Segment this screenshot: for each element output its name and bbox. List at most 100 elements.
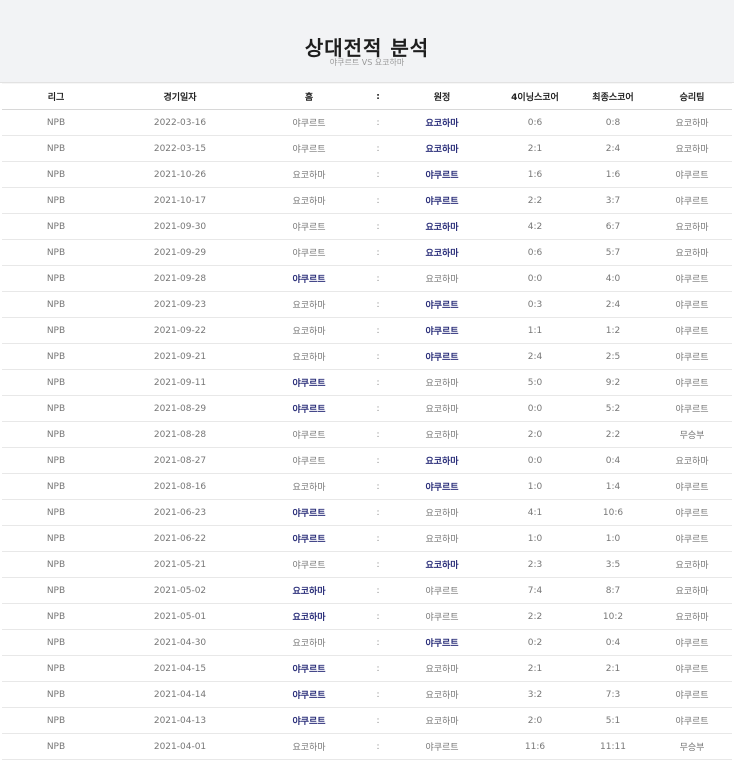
winner-cell: 야쿠르트 [652,317,732,344]
home-team-cell: 야쿠르트 [250,265,368,292]
separator-cell: : [368,655,388,682]
4inning-score-cell: 5:0 [496,369,574,396]
winner-cell: 야쿠르트 [652,655,732,682]
winner-cell: 야쿠르트 [652,369,732,396]
winner-cell: 요코하마 [652,577,732,604]
separator-cell: : [368,473,388,500]
date-cell: 2021-10-26 [110,161,250,188]
table-row: NPB 2021-09-22 요코하마: 야쿠르트 1:1 1:2 야쿠르트 [2,317,732,344]
winner-cell: 야쿠르트 [652,343,732,370]
home-team-cell: 요코하마 [250,317,368,344]
separator-cell: : [368,187,388,214]
4inning-score-cell: 2:2 [496,187,574,214]
table-row: NPB 2021-05-02 요코하마: 야쿠르트 7:4 8:7 요코하마 [2,577,732,604]
final-score-cell: 10:2 [574,603,652,630]
final-score-cell: 1:2 [574,317,652,344]
4inning-score-cell: 0:0 [496,265,574,292]
page-header: 상대전적 분석 야쿠르트 VS 요코하마 [0,0,734,83]
winner-cell: 요코하마 [652,135,732,162]
final-score-cell: 6:7 [574,213,652,240]
table-row: NPB 2021-10-26 요코하마: 야쿠르트 1:6 1:6 야쿠르트 [2,161,732,188]
table-row: NPB 2021-10-17 요코하마: 야쿠르트 2:2 3:7 야쿠르트 [2,187,732,214]
away-team-cell: 야쿠르트 [388,733,496,760]
separator-cell: : [368,213,388,240]
separator-cell: : [368,395,388,422]
date-cell: 2021-05-01 [110,603,250,630]
away-team-cell: 야쿠르트 [388,473,496,500]
4inning-score-cell: 4:2 [496,213,574,240]
away-team-cell: 요코하마 [388,499,496,526]
league-cell: NPB [2,551,110,578]
date-cell: 2021-04-15 [110,655,250,682]
away-team-cell: 야쿠르트 [388,603,496,630]
winner-cell: 무승부 [652,733,732,760]
away-team-cell: 요코하마 [388,707,496,734]
separator-cell: : [368,343,388,370]
league-cell: NPB [2,239,110,266]
final-score-cell: 10:6 [574,499,652,526]
table-row: NPB 2021-08-29 야쿠르트: 요코하마 0:0 5:2 야쿠르트 [2,395,732,422]
winner-cell: 요코하마 [652,447,732,474]
date-cell: 2022-03-16 [110,109,250,136]
separator-cell: : [368,733,388,760]
away-team-cell: 야쿠르트 [388,317,496,344]
matchup-subtitle: 야쿠르트 VS 요코하마 [329,58,405,67]
winner-cell: 요코하마 [652,213,732,240]
separator-cell: : [368,421,388,448]
final-score-cell: 5:7 [574,239,652,266]
away-team-cell: 야쿠르트 [388,161,496,188]
home-team-cell: 요코하마 [250,343,368,370]
final-score-cell: 3:7 [574,187,652,214]
final-score-cell: 1:6 [574,161,652,188]
date-cell: 2021-04-14 [110,681,250,708]
final-score-cell: 0:8 [574,109,652,136]
final-score-cell: 8:7 [574,577,652,604]
date-cell: 2021-06-23 [110,499,250,526]
4inning-score-cell: 0:0 [496,447,574,474]
league-cell: NPB [2,681,110,708]
winner-cell: 요코하마 [652,239,732,266]
4inning-score-cell: 7:4 [496,577,574,604]
league-cell: NPB [2,655,110,682]
date-cell: 2021-09-30 [110,213,250,240]
date-cell: 2021-04-30 [110,629,250,656]
home-team-cell: 야쿠르트 [250,135,368,162]
final-score-cell: 1:4 [574,473,652,500]
4inning-score-cell: 3:2 [496,681,574,708]
date-cell: 2021-05-21 [110,551,250,578]
table-row: NPB 2021-09-11 야쿠르트: 요코하마 5:0 9:2 야쿠르트 [2,369,732,396]
date-cell: 2021-10-17 [110,187,250,214]
4inning-score-cell: 1:6 [496,161,574,188]
winner-cell: 야쿠르트 [652,187,732,214]
date-cell: 2021-08-27 [110,447,250,474]
home-team-cell: 야쿠르트 [250,213,368,240]
home-team-cell: 야쿠르트 [250,421,368,448]
winner-cell: 야쿠르트 [652,395,732,422]
date-cell: 2021-09-11 [110,369,250,396]
separator-cell: : [368,499,388,526]
winner-cell: 야쿠르트 [652,473,732,500]
separator-cell: : [368,265,388,292]
separator-cell: : [368,577,388,604]
4inning-score-cell: 0:6 [496,109,574,136]
col-header-date: 경기일자 [110,83,250,110]
league-cell: NPB [2,109,110,136]
home-team-cell: 요코하마 [250,603,368,630]
away-team-cell: 요코하마 [388,369,496,396]
table-row: NPB 2021-08-27 야쿠르트: 요코하마 0:0 0:4 요코하마 [2,447,732,474]
winner-cell: 야쿠르트 [652,707,732,734]
final-score-cell: 2:1 [574,655,652,682]
col-header-home: 홈 [250,83,368,110]
4inning-score-cell: 2:2 [496,603,574,630]
table-row: NPB 2021-04-01 요코하마: 야쿠르트 11:6 11:11 무승부 [2,733,732,760]
away-team-cell: 야쿠르트 [388,343,496,370]
away-team-cell: 야쿠르트 [388,187,496,214]
table-row: NPB 2021-04-14 야쿠르트: 요코하마 3:2 7:3 야쿠르트 [2,681,732,708]
table-row: NPB 2022-03-15 야쿠르트: 요코하마 2:1 2:4 요코하마 [2,135,732,162]
league-cell: NPB [2,369,110,396]
4inning-score-cell: 1:1 [496,317,574,344]
4inning-score-cell: 4:1 [496,499,574,526]
league-cell: NPB [2,473,110,500]
league-cell: NPB [2,161,110,188]
4inning-score-cell: 2:1 [496,135,574,162]
